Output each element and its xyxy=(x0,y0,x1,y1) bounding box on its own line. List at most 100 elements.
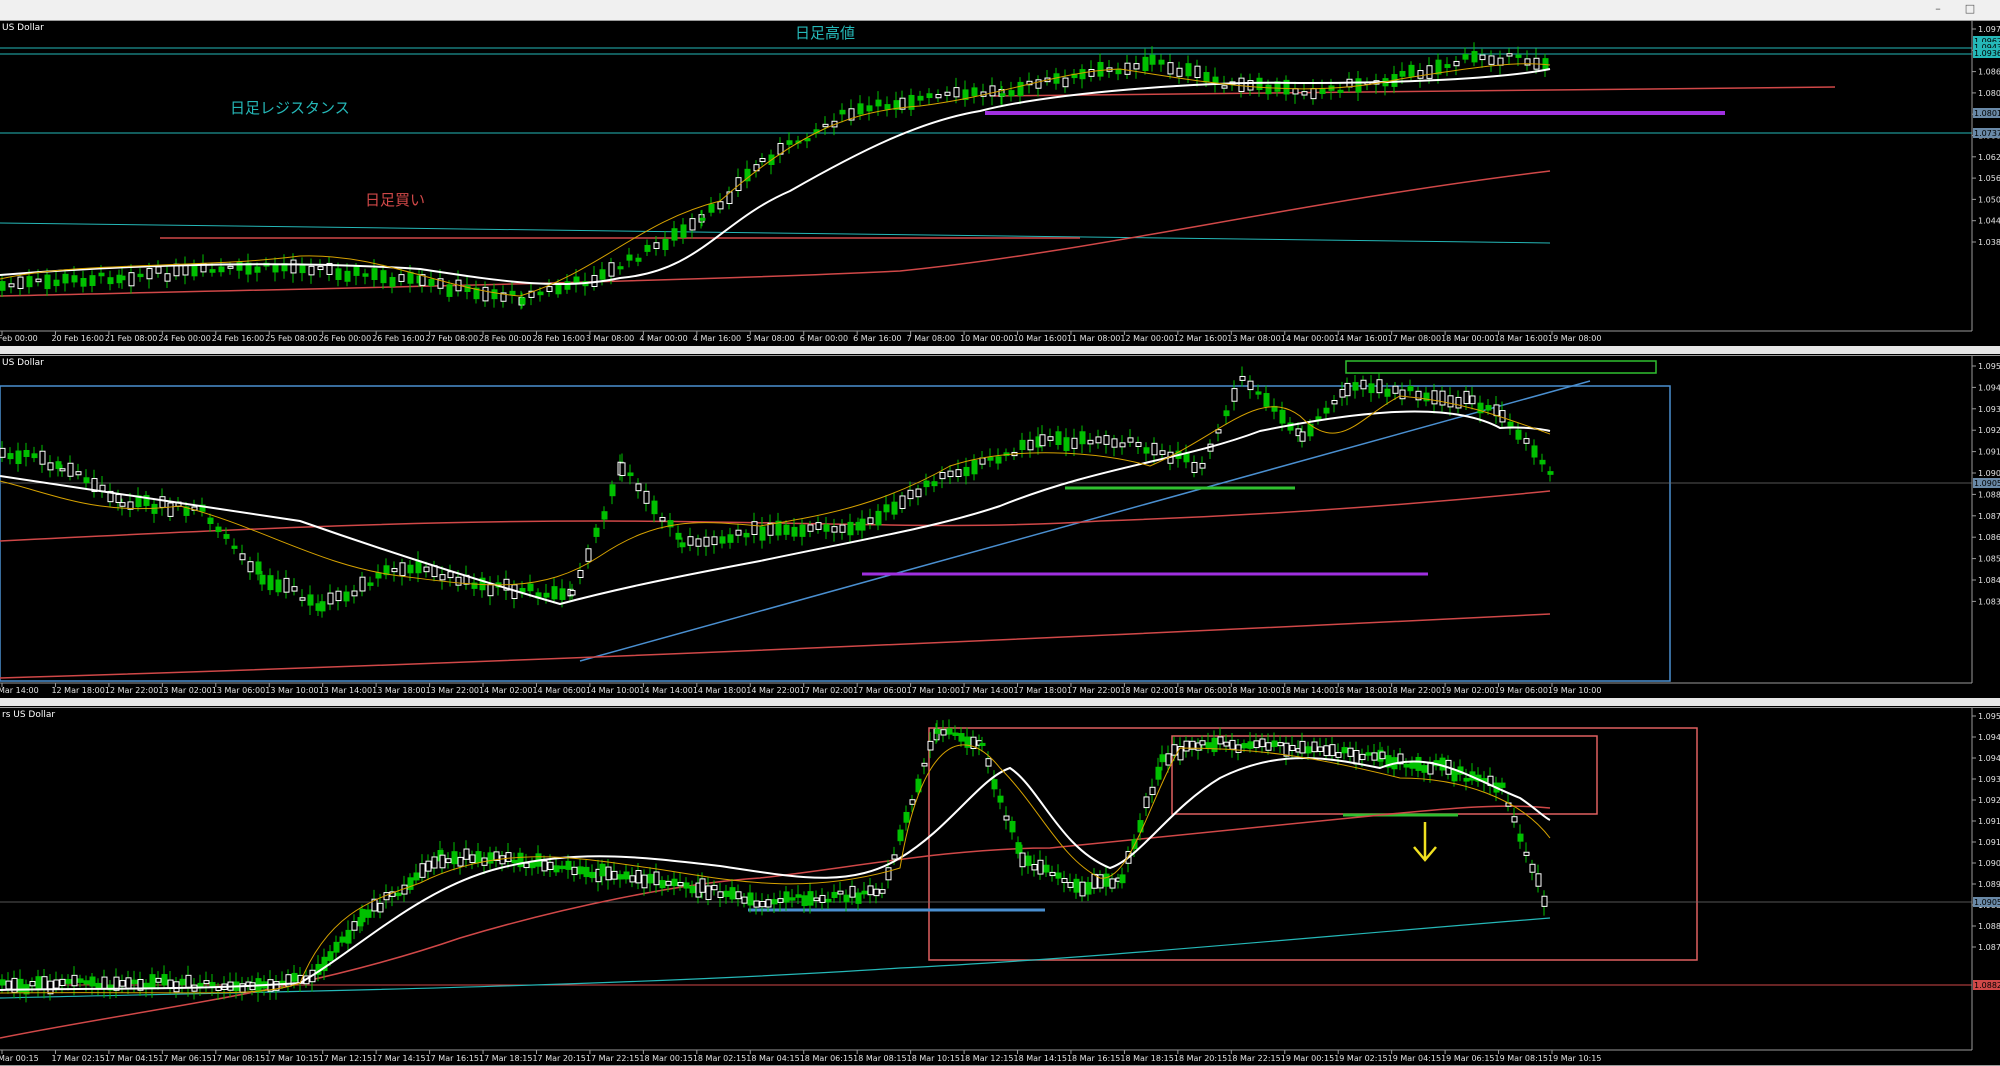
time-tick-label: 17 Mar 20:15 xyxy=(532,1054,585,1063)
time-tick-label: 18 Mar 04:15 xyxy=(746,1054,799,1063)
time-tick-label: 17 Mar 22:15 xyxy=(586,1054,639,1063)
time-tick-label: 18 Mar 18:00 xyxy=(1334,686,1387,695)
time-tick-label: 18 Mar 02:00 xyxy=(1120,686,1173,695)
down-arrow-icon xyxy=(1413,822,1437,862)
time-tick-label: 14 Mar 14:00 xyxy=(639,686,692,695)
price-tick-label: 1.0877 xyxy=(1978,512,2000,521)
candlestick-series xyxy=(0,366,1554,618)
price-tick-label: 1.0866 xyxy=(1978,533,2000,542)
time-tick-label: 18 Mar 10:00 xyxy=(1227,686,1280,695)
time-tick-label: Mar 14:00 xyxy=(0,686,39,695)
green-top-box[interactable] xyxy=(1345,360,1657,374)
blue-range-box[interactable] xyxy=(0,385,1671,682)
maximize-button[interactable]: □ xyxy=(1958,2,1982,16)
price-tick-label: 1.0447 xyxy=(1978,217,2000,226)
time-tick-label: 20 Feb 16:00 xyxy=(51,334,103,343)
time-tick-label: 4 Mar 16:00 xyxy=(693,334,741,343)
chart-window-m15[interactable]: rs US Dollar 1.09571.09491.09421.09341.0… xyxy=(0,707,2000,1066)
panel-splitter[interactable] xyxy=(0,346,2000,354)
price-tick-label: 1.0889 xyxy=(1978,490,2000,499)
time-tick-label: 18 Mar 14:15 xyxy=(1014,1054,1067,1063)
red-range-box[interactable] xyxy=(928,727,1698,961)
time-tick-label: 26 Feb 00:00 xyxy=(319,334,371,343)
time-axis[interactable]: Mar 00:15 17 Mar 02:15 17 Mar 04:15 17 Mar … xyxy=(0,1050,1601,1063)
annotation-daily-high: 日足高値 xyxy=(795,24,855,42)
time-tick-label: 14 Mar 16:00 xyxy=(1334,334,1387,343)
price-tick-label: 1.0949 xyxy=(1978,733,2000,742)
time-tick-label: 17 Mar 14:15 xyxy=(372,1054,425,1063)
price-tick-label: 1.0882 xyxy=(1978,922,2000,931)
terminal-title-bar: – □ xyxy=(0,0,2000,21)
sma-red-long xyxy=(0,613,1551,679)
time-tick-label: 10 Mar 00:00 xyxy=(960,334,1013,343)
time-tick-label: 18 Mar 22:15 xyxy=(1227,1054,1280,1063)
price-tick-label: 1.0923 xyxy=(1978,426,2000,435)
price-badge: 1.0905 xyxy=(1974,479,2000,488)
time-tick-label: 17 Mar 10:00 xyxy=(907,686,960,695)
sma-red-long xyxy=(0,805,1551,1039)
time-tick-label: 11 Mar 08:00 xyxy=(1067,334,1120,343)
time-tick-label: 12 Mar 22:00 xyxy=(105,686,158,695)
time-tick-label: 6 Mar 00:00 xyxy=(800,334,848,343)
time-tick-label: 14 Mar 02:00 xyxy=(479,686,532,695)
price-tick-label: 1.0919 xyxy=(1978,817,2000,826)
time-tick-label: 17 Mar 16:15 xyxy=(426,1054,479,1063)
price-badge: 1.0801 xyxy=(1974,109,2000,118)
chart-window-hourly[interactable]: US Dollar 1.09581.09461.09351.09231.0912… xyxy=(0,355,2000,699)
time-tick-label: 14 Mar 22:00 xyxy=(746,686,799,695)
time-tick-label: 4 Mar 00:00 xyxy=(639,334,687,343)
price-tick-label: 1.0958 xyxy=(1978,362,2000,371)
time-tick-label: 12 Mar 18:00 xyxy=(51,686,104,695)
price-badge: 1.0936 xyxy=(1974,49,2000,58)
price-badges: 1.0905 xyxy=(1973,478,2000,488)
price-tick-label: 1.0904 xyxy=(1978,859,2000,868)
price-tick-label: 1.0388 xyxy=(1978,238,2000,247)
time-tick-label: 19 Mar 02:00 xyxy=(1441,686,1494,695)
time-tick-label: 18 Mar 00:15 xyxy=(639,1054,692,1063)
price-axis[interactable]: 1.0957 1.0949 1.0942 1.0934 1.0927 1.0919 1.09… xyxy=(1972,712,2000,952)
price-tick-label: 1.0874 xyxy=(1978,943,2000,952)
time-tick-label: 17 Mar 06:15 xyxy=(158,1054,211,1063)
time-axis[interactable]: Mar 14:00 12 Mar 18:00 12 Mar 22:00 13 Mar … xyxy=(0,683,1601,695)
time-tick-label: 12 Mar 16:00 xyxy=(1174,334,1227,343)
sma-white xyxy=(0,757,1551,991)
time-tick-label: 17 Mar 04:15 xyxy=(105,1054,158,1063)
time-tick-label: 17 Mar 08:00 xyxy=(1388,334,1441,343)
time-tick-label: 28 Feb 00:00 xyxy=(479,334,531,343)
time-tick-label: 13 Mar 22:00 xyxy=(426,686,479,695)
price-tick-label: 1.0900 xyxy=(1978,469,2000,478)
chart-canvas[interactable]: 1.0958 1.0946 1.0935 1.0923 1.0912 1.0900 1.08… xyxy=(0,356,2000,698)
time-tick-label: 18 Mar 08:15 xyxy=(853,1054,906,1063)
chart-window-daily[interactable]: US Dollar 日足高値 日足レジスタンス 日足買い 1.09781.091… xyxy=(0,20,2000,347)
price-badges: 1.09621.09431.09361.08011.0737 xyxy=(1973,36,2000,138)
time-axis[interactable]: Feb 00:00 20 Feb 16:00 21 Feb 08:00 24 Feb … xyxy=(0,331,1601,343)
time-tick-label: 18 Mar 10:15 xyxy=(907,1054,960,1063)
time-tick-label: 12 Mar 00:00 xyxy=(1120,334,1173,343)
time-tick-label: 24 Feb 00:00 xyxy=(158,334,210,343)
price-tick-label: 1.0978 xyxy=(1978,25,2000,34)
time-tick-label: 18 Mar 18:15 xyxy=(1120,1054,1173,1063)
time-tick-label: 18 Mar 12:15 xyxy=(960,1054,1013,1063)
time-tick-label: 14 Mar 06:00 xyxy=(532,686,585,695)
price-tick-label: 1.0843 xyxy=(1978,576,2000,585)
panel-splitter[interactable] xyxy=(0,698,2000,706)
time-tick-label: 17 Mar 22:00 xyxy=(1067,686,1120,695)
cyan-trend-line[interactable] xyxy=(0,222,1551,244)
price-tick-label: 1.0801 xyxy=(1978,89,2000,98)
time-tick-label: 3 Mar 08:00 xyxy=(586,334,634,343)
annotation-daily-buy: 日足買い xyxy=(365,191,425,209)
time-tick-label: 19 Mar 08:00 xyxy=(1548,334,1601,343)
time-tick-label: Mar 00:15 xyxy=(0,1054,39,1063)
time-tick-label: 13 Mar 08:00 xyxy=(1227,334,1280,343)
chart-canvas[interactable]: 1.0957 1.0949 1.0942 1.0934 1.0927 1.0919 1.09… xyxy=(0,708,2000,1065)
sma-red-mid xyxy=(0,490,1551,542)
price-tick-label: 1.0506 xyxy=(1978,195,2000,204)
time-tick-label: 18 Mar 16:15 xyxy=(1067,1054,1120,1063)
minimize-button[interactable]: – xyxy=(1926,2,1950,16)
time-tick-label: 17 Mar 10:15 xyxy=(265,1054,318,1063)
price-badge: 1.0737 xyxy=(1974,129,2000,138)
time-tick-label: 21 Feb 08:00 xyxy=(105,334,157,343)
price-badge: 1.0905 xyxy=(1974,898,2000,907)
chart-canvas[interactable]: 日足高値 日足レジスタンス 日足買い 1.09781.09191.08601.0… xyxy=(0,21,2000,346)
time-tick-label: 13 Mar 10:00 xyxy=(265,686,318,695)
